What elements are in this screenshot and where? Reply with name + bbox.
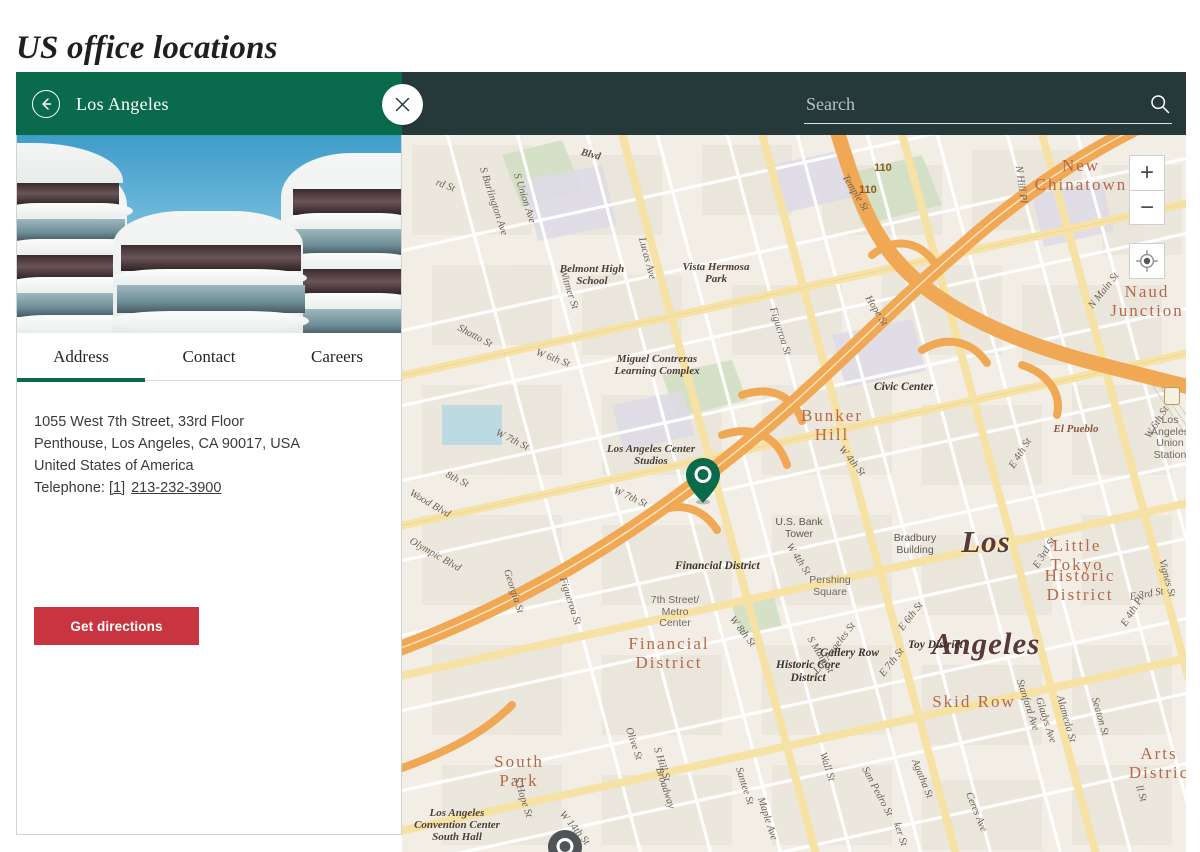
photo-band (17, 203, 133, 219)
city-title: Los Angeles (76, 94, 169, 114)
search-input[interactable] (804, 86, 1134, 122)
map-zoom-in-button[interactable]: + (1129, 155, 1165, 190)
telephone-row: Telephone: [1] 213-232-3900 (34, 477, 384, 499)
tab-careers[interactable]: Careers (273, 333, 401, 381)
map-canvas (402, 135, 1186, 852)
get-directions-button[interactable]: Get directions (34, 607, 199, 645)
map-pin-icon (548, 830, 582, 852)
office-marker-los-angeles[interactable] (684, 457, 722, 505)
transit-station-icon (1164, 387, 1180, 405)
highway-shield: 110 (874, 162, 892, 174)
page-title: US office locations (16, 30, 278, 67)
address-line-2: Penthouse, Los Angeles, CA 90017, USA (34, 436, 301, 452)
search-icon (1151, 95, 1170, 114)
tab-address[interactable]: Address (17, 333, 145, 382)
photo-glass (17, 183, 119, 205)
map-zoom-out-button[interactable]: − (1129, 190, 1165, 225)
office-marker-secondary[interactable] (546, 829, 584, 852)
telephone-country-code: [1] (108, 480, 126, 496)
info-tabs: Address Contact Careers (17, 333, 401, 382)
photo-band (285, 213, 401, 230)
photo-glass (17, 219, 125, 241)
info-panel: Address Contact Careers 1055 West 7th St… (16, 135, 402, 835)
telephone-number: 213-232-3900 (131, 480, 222, 496)
header-green-section (16, 72, 402, 135)
map-locate-button[interactable] (1129, 243, 1165, 279)
telephone-label: Telephone: (34, 480, 105, 496)
back-button[interactable] (32, 90, 60, 118)
office-locations-widget: Los Angeles Search Address Contact Caree… (16, 72, 1186, 852)
photo-glass (117, 285, 305, 313)
address-line-3: United States of America (34, 458, 194, 474)
widget-header: Los Angeles (16, 72, 1186, 135)
arrow-left-icon (42, 98, 52, 110)
locate-icon (1136, 250, 1158, 272)
telephone-link[interactable]: [1] 213-232-3900 (109, 480, 221, 496)
address-line-1: 1055 West 7th Street, 33rd Floor (34, 414, 245, 430)
photo-glass (289, 229, 401, 255)
search-bar (804, 86, 1172, 124)
close-icon (395, 97, 410, 112)
address-block: 1055 West 7th Street, 33rd Floor Penthou… (34, 411, 384, 499)
map-area[interactable]: Los Angeles New Chinatown Naud Junction … (402, 135, 1186, 852)
highway-shield: 110 (859, 184, 877, 196)
map-pin-icon (686, 458, 720, 505)
close-button[interactable] (382, 84, 423, 125)
photo-glass (121, 245, 301, 271)
tab-contact[interactable]: Contact (145, 333, 273, 381)
photo-glass (293, 189, 401, 215)
office-building-photo (17, 135, 401, 333)
search-button[interactable] (1146, 90, 1174, 118)
photo-band (109, 311, 309, 331)
